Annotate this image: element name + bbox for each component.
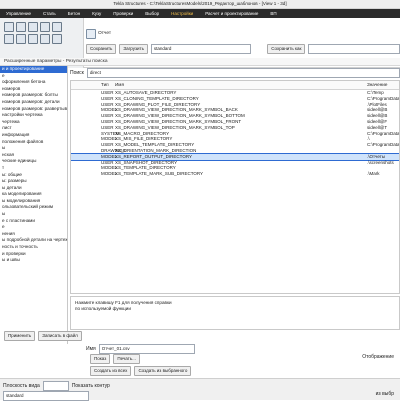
menu-item-checks[interactable]: Проверки: [107, 9, 139, 18]
cut-icon[interactable]: [16, 34, 26, 44]
col-type-header[interactable]: Тип: [101, 81, 109, 89]
tree-item[interactable]: номеров размеров: болты: [0, 92, 67, 99]
tree-item[interactable]: ы моделирования: [0, 198, 67, 205]
grid-icon[interactable]: [4, 22, 14, 32]
plate-icon[interactable]: [40, 22, 50, 32]
tree-item[interactable]: информация: [0, 132, 67, 139]
settings-tree: и и проектирование е оформления бетона номе…: [0, 66, 68, 344]
menu-item-kuz[interactable]: Кузу: [86, 9, 107, 18]
table-row[interactable]: MODEL XS_TEMPLATE_MARK_SUB_DIRECTORY .\Mar…: [71, 171, 399, 177]
save-button[interactable]: Сохранить: [86, 43, 117, 54]
display-label: Отображение: [362, 354, 394, 360]
tree-item[interactable]: е: [0, 73, 67, 80]
tree-item[interactable]: номеров: [0, 86, 67, 93]
view-plane-select[interactable]: [42, 381, 69, 391]
menu-item-analysis[interactable]: Расчет и проектирование: [199, 9, 264, 18]
tree-item[interactable]: лист: [0, 125, 67, 132]
tree-item[interactable]: ы детали: [0, 185, 67, 192]
view-plane-label: Плоскость вида: [3, 383, 40, 389]
create-from-all-button[interactable]: Создать из всех: [90, 366, 132, 376]
beam-icon[interactable]: [16, 22, 26, 32]
tree-item[interactable]: ользовательский режим: [0, 204, 67, 211]
cell-name: XS_TEMPLATE_MARK_SUB_DIRECTORY: [115, 171, 204, 177]
apply-button[interactable]: Применить: [4, 331, 36, 341]
tree-item[interactable]: ы подробной детали на чертеже сбор: [0, 237, 67, 244]
dialog-title: Отчет: [98, 31, 112, 36]
tree-item[interactable]: настройки чертежа: [0, 112, 67, 119]
menu-item-select[interactable]: Выбор: [139, 9, 165, 18]
search-input[interactable]: direct: [86, 67, 400, 78]
create-from-selected-button[interactable]: Создать из выбранного: [134, 366, 192, 376]
tree-item[interactable]: ка моделирования: [0, 191, 67, 198]
grid-header: Тип Имя Значение: [71, 81, 399, 90]
contour-label: Показать контур: [71, 383, 110, 389]
grid-body: USER XS_AUTOSAVE_DIRECTORY C:\Temp USER XS_C…: [71, 90, 399, 177]
tree-item[interactable]: ы: общие: [0, 172, 67, 179]
tree-item[interactable]: номеров размеров: детали: [0, 99, 67, 106]
load-select[interactable]: standard: [150, 43, 252, 54]
save-as-field[interactable]: [308, 43, 400, 54]
menu-item-manage[interactable]: Управление: [0, 9, 37, 18]
save-as-button[interactable]: Сохранить как: [267, 43, 306, 54]
tree-item[interactable]: е с пластинами: [0, 218, 67, 225]
menu-item-vp[interactable]: ВП: [264, 9, 282, 18]
status-bar: Плоскость вида Показать контур standard …: [0, 378, 400, 401]
column-icon[interactable]: [28, 22, 38, 32]
write-file-button[interactable]: Записать в файл: [38, 331, 82, 341]
tree-item[interactable]: номеров размеров: развертывани: [0, 106, 67, 113]
tree-item[interactable]: нская: [0, 152, 67, 159]
search-bar: Поиск direct: [70, 67, 400, 78]
report-icon: [86, 28, 96, 39]
col-value-header[interactable]: Значение: [367, 81, 399, 89]
tree-item[interactable]: ы: [0, 145, 67, 152]
bolt-icon[interactable]: [52, 22, 62, 32]
tree-item[interactable]: и и проектирование: [0, 66, 67, 73]
search-label: Поиск: [70, 69, 84, 76]
tree-item[interactable]: ы и швы: [0, 257, 67, 264]
title-bar: Tekla Structures - C:\TeklaStructuresMod…: [0, 0, 400, 9]
dialog-subtitle: Расширенные параметры - Результаты поиск…: [0, 58, 400, 66]
dialog-header: Отчет: [86, 28, 400, 39]
col-name-header[interactable]: Имя: [115, 81, 124, 89]
menu-item-steel[interactable]: Сталь: [37, 9, 62, 18]
tree-item[interactable]: чертежа: [0, 119, 67, 126]
help-line-2: по используемой функции: [75, 306, 131, 311]
selection-info: из выбр: [375, 391, 394, 397]
results-grid: Тип Имя Значение USER XS_AUTOSAVE_DIRECTO…: [70, 80, 400, 294]
tree-item[interactable]: ность и точность: [0, 244, 67, 251]
tree-item[interactable]: т: [0, 165, 67, 172]
menu-bar: Управление Сталь Бетон Кузу Проверки Выб…: [0, 9, 400, 18]
load-button[interactable]: Загрузить: [119, 43, 148, 54]
print-button[interactable]: Печать...: [113, 354, 140, 364]
menu-item-concrete[interactable]: Бетон: [62, 9, 86, 18]
dialog-toolbar: Сохранить Загрузить standard Сохранить к…: [86, 43, 400, 54]
tree-item[interactable]: нения: [0, 231, 67, 238]
fitting-icon[interactable]: [28, 34, 38, 44]
window-title: Tekla Structures - C:\TeklaStructuresMod…: [113, 1, 287, 6]
tree-item[interactable]: положения файлов: [0, 139, 67, 146]
menu-item-settings[interactable]: Настройки: [165, 9, 199, 18]
help-panel: Нажмите клавишу F1 для получения справки…: [70, 296, 400, 330]
cell-value: .\Mark: [367, 171, 380, 177]
tree-item[interactable]: ы: размеры: [0, 178, 67, 185]
filename-input[interactable]: Отчет_01.csv: [98, 344, 195, 354]
show-button[interactable]: Показ: [90, 354, 111, 364]
tree-item[interactable]: ы: [0, 211, 67, 218]
assembly-icon[interactable]: [40, 34, 50, 44]
file-panel: Имя Отчет_01.csv Показ Печать... Создать…: [80, 342, 400, 378]
bottom-buttons: Применить Записать в файл: [0, 330, 90, 342]
tree-list: и и проектирование е оформления бетона номе…: [0, 66, 67, 264]
tree-item[interactable]: и проверки: [0, 251, 67, 258]
tree-item[interactable]: е: [0, 224, 67, 231]
component-icon[interactable]: [52, 34, 62, 44]
weld-icon[interactable]: [4, 34, 14, 44]
tree-item[interactable]: ческие единицы: [0, 158, 67, 165]
filename-label: Имя: [86, 346, 96, 352]
tree-item[interactable]: оформления бетона: [0, 79, 67, 86]
